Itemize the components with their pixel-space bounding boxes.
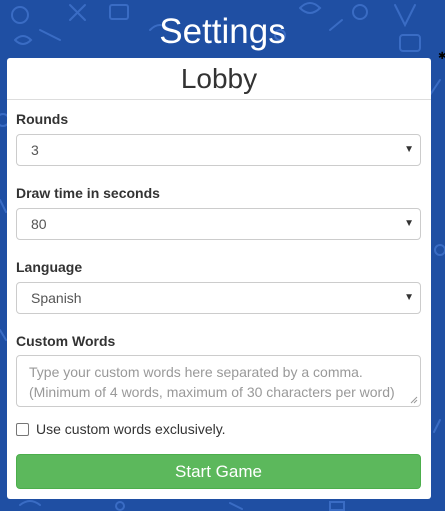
edge-star-icon: ✱ (438, 51, 445, 62)
panel-title: Lobby (7, 58, 431, 100)
exclusive-checkbox-label[interactable]: Use custom words exclusively. (36, 422, 226, 437)
chevron-down-icon: ▼ (404, 292, 414, 303)
exclusive-checkbox[interactable] (16, 423, 29, 436)
custom-words-placeholder-line2: (Minimum of 4 words, maximum of 30 chara… (29, 384, 395, 400)
custom-words-label: Custom Words (16, 333, 116, 349)
chevron-down-icon: ▼ (404, 144, 414, 155)
draw-time-value: 80 (31, 216, 47, 232)
start-game-button[interactable]: Start Game (16, 454, 421, 489)
draw-time-label: Draw time in seconds (16, 185, 160, 201)
draw-time-select[interactable]: 80 ▼ (16, 208, 421, 240)
rounds-value: 3 (31, 142, 39, 158)
language-select[interactable]: Spanish ▼ (16, 282, 421, 314)
lobby-panel: Lobby Rounds 3 ▼ Draw time in seconds 80… (7, 58, 431, 499)
rounds-label: Rounds (16, 111, 69, 127)
language-label: Language (16, 259, 83, 275)
page-title: Settings (159, 12, 286, 51)
language-value: Spanish (31, 290, 82, 306)
resize-handle-icon[interactable] (410, 396, 418, 404)
custom-words-textarea[interactable]: Type your custom words here separated by… (16, 355, 421, 407)
chevron-down-icon: ▼ (404, 218, 414, 229)
custom-words-placeholder-line1: Type your custom words here separated by… (29, 364, 363, 380)
rounds-select[interactable]: 3 ▼ (16, 134, 421, 166)
